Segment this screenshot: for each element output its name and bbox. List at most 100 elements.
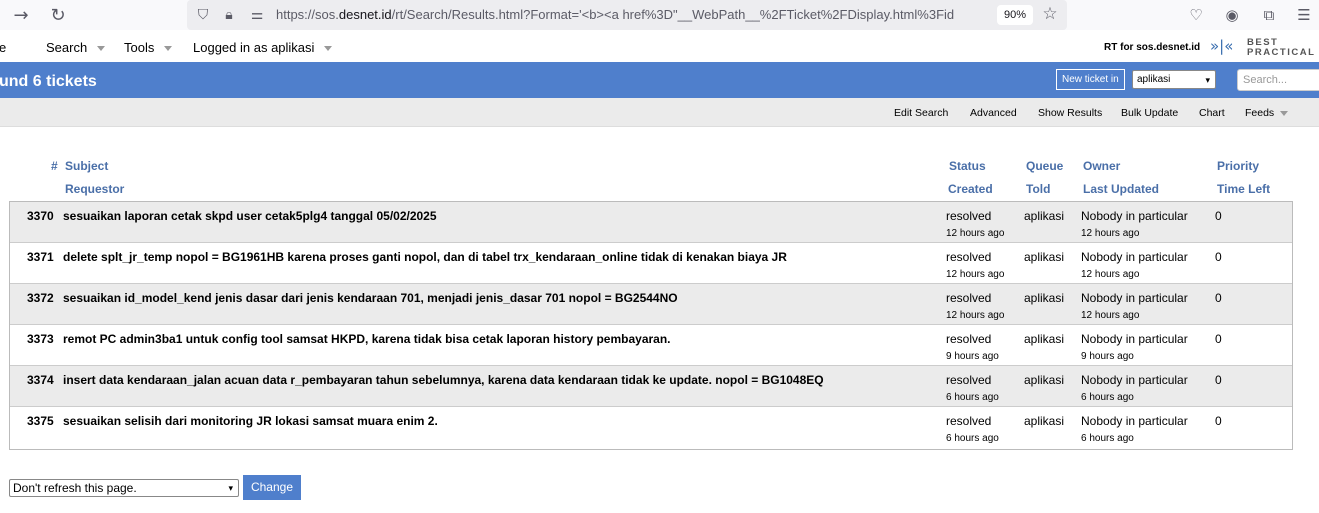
ticket-owner: Nobody in particular	[1081, 332, 1188, 346]
table-row[interactable]: 3371 delete splt_jr_temp nopol = BG1961H…	[10, 243, 1292, 284]
account-icon[interactable]: ◉	[1221, 4, 1243, 26]
ticket-created: 6 hours ago	[946, 433, 999, 444]
ticket-created: 12 hours ago	[946, 310, 1005, 321]
col-header-created[interactable]: Created	[948, 182, 993, 196]
chevron-down-icon: ▾	[228, 484, 233, 494]
col-header-queue[interactable]: Queue	[1026, 159, 1063, 173]
col-header-requestor[interactable]: Requestor	[65, 182, 124, 196]
table-row[interactable]: 3373 remot PC admin3ba1 untuk config too…	[10, 325, 1292, 366]
edit-search-link[interactable]: Edit Search	[894, 107, 948, 119]
refresh-select[interactable]: Don't refresh this page. ▾	[9, 479, 239, 497]
chevron-down-icon	[164, 46, 173, 52]
ticket-subject-link[interactable]: insert data kendaraan_jalan acuan data r…	[63, 373, 824, 387]
permissions-icon[interactable]: ⚌	[248, 7, 266, 23]
menu-truncated[interactable]: e	[0, 40, 6, 55]
new-ticket-button[interactable]: New ticket in	[1056, 69, 1125, 90]
ticket-id-link[interactable]: 3373	[27, 332, 54, 346]
page-menu: Edit Search Advanced Show Results Bulk U…	[0, 98, 1319, 127]
col-header-time-left[interactable]: Time Left	[1217, 182, 1270, 196]
col-header-priority[interactable]: Priority	[1217, 159, 1259, 173]
ticket-created: 9 hours ago	[946, 351, 999, 362]
url-text[interactable]: https://sos.desnet.id/rt/Search/Results.…	[276, 7, 976, 22]
rt-instance-label: RT for sos.desnet.id	[1104, 42, 1201, 53]
ticket-queue: aplikasi	[1024, 209, 1065, 223]
lock-icon[interactable]: 🔒︎	[220, 7, 238, 23]
ticket-owner: Nobody in particular	[1081, 373, 1188, 387]
best-practical-logo[interactable]: »|« BEST PRACTICAL	[1210, 36, 1319, 60]
ticket-id-link[interactable]: 3370	[27, 209, 54, 223]
ticket-created: 6 hours ago	[946, 392, 999, 403]
col-header-owner[interactable]: Owner	[1083, 159, 1120, 173]
page-title: und 6 tickets	[0, 73, 97, 90]
ticket-id-link[interactable]: 3372	[27, 291, 54, 305]
ticket-queue: aplikasi	[1024, 291, 1065, 305]
extensions-icon[interactable]: ⧉	[1258, 4, 1280, 26]
ticket-last-updated: 6 hours ago	[1081, 392, 1134, 403]
reload-icon[interactable]: ↻	[47, 4, 69, 26]
back-arrow-icon[interactable]: →	[10, 4, 32, 26]
chevron-down-icon	[97, 46, 106, 52]
ticket-last-updated: 6 hours ago	[1081, 433, 1134, 444]
ticket-id-link[interactable]: 3374	[27, 373, 54, 387]
menu-tools[interactable]: Tools	[124, 40, 173, 55]
menu-logged-in[interactable]: Logged in as aplikasi	[193, 40, 333, 55]
ticket-queue: aplikasi	[1024, 414, 1065, 428]
table-row[interactable]: 3372 sesuaikan id_model_kend jenis dasar…	[10, 284, 1292, 325]
ticket-subject-link[interactable]: sesuaikan laporan cetak skpd user cetak5…	[63, 209, 437, 223]
table-row[interactable]: 3374 insert data kendaraan_jalan acuan d…	[10, 366, 1292, 407]
chevron-down-icon	[1280, 110, 1289, 116]
table-row[interactable]: 3375 sesuaikan selisih dari monitoring J…	[10, 407, 1292, 448]
ticket-priority: 0	[1215, 209, 1222, 223]
bookmark-star-icon[interactable]: ☆	[1041, 4, 1059, 24]
col-header-subject[interactable]: Subject	[65, 159, 108, 173]
ticket-priority: 0	[1215, 250, 1222, 264]
queue-select[interactable]: aplikasi ▾	[1132, 70, 1216, 89]
page-header: und 6 tickets New ticket in aplikasi ▾ Se…	[0, 62, 1319, 98]
hamburger-menu-icon[interactable]: ☰	[1293, 4, 1315, 26]
ticket-owner: Nobody in particular	[1081, 209, 1188, 223]
ticket-id-link[interactable]: 3371	[27, 250, 54, 264]
table-row[interactable]: 3370 sesuaikan laporan cetak skpd user c…	[10, 202, 1292, 243]
ticket-last-updated: 12 hours ago	[1081, 269, 1140, 280]
ticket-priority: 0	[1215, 414, 1222, 428]
ticket-subject-link[interactable]: remot PC admin3ba1 untuk config tool sam…	[63, 332, 671, 346]
ticket-priority: 0	[1215, 332, 1222, 346]
ticket-status: resolved	[946, 291, 992, 305]
browser-toolbar: → ↻ ⛉ 🔒︎ ⚌ https://sos.desnet.id/rt/Sear…	[0, 0, 1319, 30]
shield-icon[interactable]: ⛉	[194, 7, 212, 23]
col-header-status[interactable]: Status	[949, 159, 986, 173]
ticket-last-updated: 12 hours ago	[1081, 228, 1140, 239]
chevron-down-icon	[324, 46, 333, 52]
ticket-subject-link[interactable]: sesuaikan id_model_kend jenis dasar dari…	[63, 291, 678, 305]
double-chevron-icon: »|«	[1210, 37, 1234, 55]
zoom-level[interactable]: 90%	[997, 5, 1034, 25]
advanced-link[interactable]: Advanced	[970, 107, 1017, 119]
chevron-down-icon: ▾	[1205, 76, 1210, 86]
search-input[interactable]: Search...	[1237, 69, 1319, 91]
ticket-last-updated: 12 hours ago	[1081, 310, 1140, 321]
ticket-last-updated: 9 hours ago	[1081, 351, 1134, 362]
chart-link[interactable]: Chart	[1199, 107, 1225, 119]
rt-top-menu: e Search Tools Logged in as aplikasi RT …	[0, 32, 1319, 62]
ticket-queue: aplikasi	[1024, 332, 1065, 346]
bulk-update-link[interactable]: Bulk Update	[1121, 107, 1178, 119]
show-results-link[interactable]: Show Results	[1038, 107, 1102, 119]
ticket-status: resolved	[946, 414, 992, 428]
ticket-id-link[interactable]: 3375	[27, 414, 54, 428]
ticket-owner: Nobody in particular	[1081, 291, 1188, 305]
results-table: 3370 sesuaikan laporan cetak skpd user c…	[9, 201, 1293, 450]
pocket-icon[interactable]: ♡	[1185, 4, 1207, 26]
ticket-subject-link[interactable]: sesuaikan selisih dari monitoring JR lok…	[63, 414, 438, 428]
menu-search[interactable]: Search	[46, 40, 106, 55]
ticket-status: resolved	[946, 209, 992, 223]
col-header-id[interactable]: #	[51, 159, 58, 173]
change-button[interactable]: Change	[243, 475, 301, 500]
ticket-queue: aplikasi	[1024, 373, 1065, 387]
ticket-priority: 0	[1215, 373, 1222, 387]
col-header-last-updated[interactable]: Last Updated	[1083, 182, 1159, 196]
feeds-menu[interactable]: Feeds	[1245, 107, 1289, 119]
ticket-status: resolved	[946, 332, 992, 346]
address-bar[interactable]: ⛉ 🔒︎ ⚌ https://sos.desnet.id/rt/Search/R…	[187, 0, 1067, 30]
ticket-subject-link[interactable]: delete splt_jr_temp nopol = BG1961HB kar…	[63, 250, 787, 264]
col-header-told[interactable]: Told	[1026, 182, 1050, 196]
